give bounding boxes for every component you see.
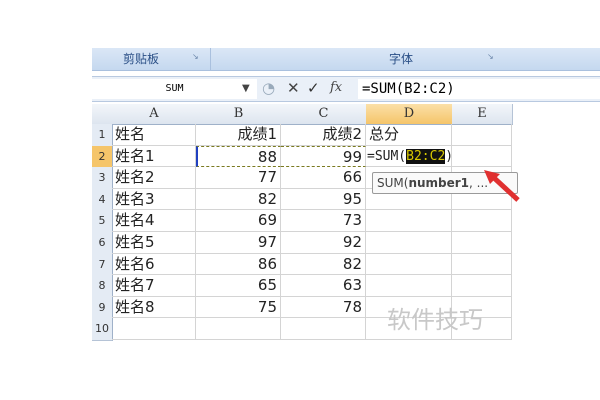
- cell-B4[interactable]: 82: [196, 188, 281, 211]
- cell-B10[interactable]: [196, 318, 281, 340]
- cell-B5[interactable]: 69: [196, 210, 281, 232]
- cell-B7[interactable]: 86: [196, 253, 281, 276]
- column-header-d[interactable]: D: [366, 104, 453, 125]
- row-header[interactable]: 1: [92, 124, 113, 147]
- row-header[interactable]: 2: [92, 145, 113, 169]
- cell-A6[interactable]: 姓名5: [112, 232, 196, 254]
- column-header-b[interactable]: B: [196, 104, 282, 125]
- cell-D5[interactable]: [366, 210, 452, 232]
- formula-bar: SUM ▼ ◔ ✕ ✓ fx =SUM(B2:C2): [92, 76, 600, 102]
- cell-D8[interactable]: [366, 275, 452, 297]
- dialog-launcher-icon[interactable]: ↘: [487, 52, 494, 61]
- cell-C2[interactable]: 99: [281, 145, 366, 168]
- tooltip-function: SUM(: [377, 176, 409, 190]
- row-header[interactable]: 4: [92, 188, 113, 212]
- watermark: 软件技巧: [387, 306, 483, 334]
- cell-C8[interactable]: 63: [281, 275, 366, 297]
- name-box[interactable]: SUM: [92, 79, 257, 99]
- formula-prefix: =SUM(: [367, 148, 407, 164]
- cell-D6[interactable]: [366, 232, 452, 254]
- cell-E7[interactable]: [452, 253, 512, 276]
- cell-E8[interactable]: [452, 275, 512, 297]
- enter-icon[interactable]: ✓: [307, 79, 320, 97]
- row-header[interactable]: 5: [92, 210, 113, 233]
- row-header[interactable]: 10: [92, 318, 113, 341]
- cancel-icon[interactable]: ✕: [287, 79, 300, 97]
- cell-E1[interactable]: [452, 124, 512, 146]
- cell-A4[interactable]: 姓名3: [112, 188, 196, 211]
- cell-B1[interactable]: 成绩1: [196, 124, 281, 146]
- cell-A8[interactable]: 姓名7: [112, 275, 196, 297]
- cell-A5[interactable]: 姓名4: [112, 210, 196, 232]
- cell-A3[interactable]: 姓名2: [112, 167, 196, 189]
- formula-input[interactable]: =SUM(B2:C2): [358, 79, 600, 99]
- cell-C10[interactable]: [281, 318, 366, 340]
- ribbon-group-clipboard[interactable]: 剪贴板: [92, 48, 190, 70]
- cell-C6[interactable]: 92: [281, 232, 366, 254]
- cell-B3[interactable]: 77: [196, 167, 281, 189]
- row-header[interactable]: 9: [92, 296, 113, 320]
- cell-A2[interactable]: 姓名1: [112, 145, 196, 168]
- cell-C1[interactable]: 成绩2: [281, 124, 366, 146]
- formula-suffix: ): [445, 148, 454, 164]
- range-reference: B2:C2: [406, 148, 446, 164]
- cell-B8[interactable]: 65: [196, 275, 281, 297]
- circle-icon: ◔: [262, 79, 276, 97]
- cell-E2[interactable]: [452, 145, 512, 168]
- cell-A10[interactable]: [112, 318, 196, 340]
- cell-C5[interactable]: 73: [281, 210, 366, 232]
- cell-B2[interactable]: 88: [196, 145, 281, 168]
- row-header[interactable]: 8: [92, 275, 113, 298]
- column-header-c[interactable]: C: [281, 104, 367, 125]
- column-header-e[interactable]: E: [452, 104, 513, 125]
- row-header[interactable]: 7: [92, 253, 113, 277]
- ribbon-group-font[interactable]: 字体: [210, 48, 591, 70]
- row-header[interactable]: 6: [92, 232, 113, 255]
- cell-D7[interactable]: [366, 253, 452, 276]
- ribbon: 剪贴板 ↘ 字体 ↘: [92, 48, 600, 71]
- cell-C4[interactable]: 95: [281, 188, 366, 211]
- cell-B6[interactable]: 97: [196, 232, 281, 254]
- red-arrow-icon: [484, 170, 520, 202]
- tooltip-argument[interactable]: number1: [408, 176, 469, 190]
- cell-B9[interactable]: 75: [196, 296, 281, 319]
- cell-E6[interactable]: [452, 232, 512, 254]
- chevron-down-icon[interactable]: ▼: [242, 83, 250, 94]
- insert-function-icon[interactable]: fx: [330, 80, 342, 95]
- cell-C7[interactable]: 82: [281, 253, 366, 276]
- cell-C9[interactable]: 78: [281, 296, 366, 319]
- select-all-button[interactable]: [92, 104, 113, 125]
- column-header-a[interactable]: A: [112, 104, 197, 125]
- row-header[interactable]: 3: [92, 167, 113, 190]
- cell-D1[interactable]: 总分: [366, 124, 452, 146]
- cell-D2[interactable]: =SUM(B2:C2): [366, 145, 454, 168]
- cell-A1[interactable]: 姓名: [112, 124, 196, 146]
- cell-A7[interactable]: 姓名6: [112, 253, 196, 276]
- cell-C3[interactable]: 66: [281, 167, 366, 189]
- cell-E5[interactable]: [452, 210, 512, 232]
- cell-A9[interactable]: 姓名8: [112, 296, 196, 319]
- dialog-launcher-icon[interactable]: ↘: [192, 52, 199, 61]
